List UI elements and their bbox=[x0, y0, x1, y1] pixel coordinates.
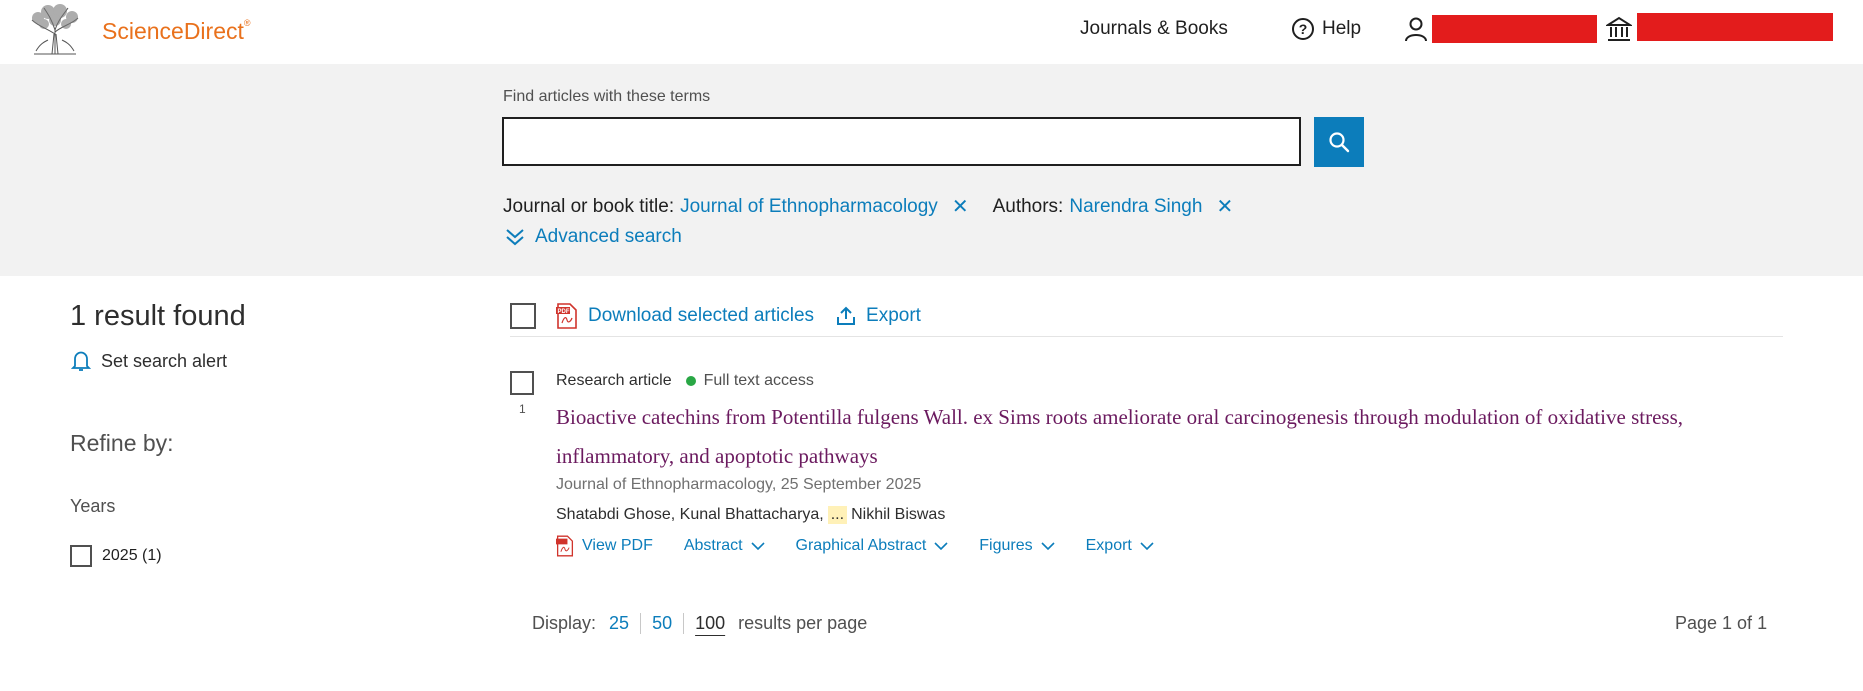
figures-label: Figures bbox=[979, 537, 1033, 554]
filter-authors-label: Authors: bbox=[992, 195, 1064, 217]
export-result-toggle[interactable]: Export bbox=[1086, 537, 1154, 555]
abstract-label: Abstract bbox=[683, 537, 743, 554]
institution-icon[interactable] bbox=[1606, 16, 1632, 42]
search-panel: Find articles with these terms Journal o… bbox=[0, 64, 1863, 276]
view-pdf-label: View PDF bbox=[582, 537, 653, 554]
per-page-suffix: results per page bbox=[738, 613, 868, 633]
advanced-search-label: Advanced search bbox=[535, 226, 682, 247]
double-chevron-down-icon bbox=[506, 229, 524, 246]
search-label: Find articles with these terms bbox=[503, 88, 711, 105]
results-count: 1 result found bbox=[70, 300, 246, 332]
result-actions: View PDF Abstract Graphical Abstract Fig… bbox=[556, 535, 1185, 557]
results-toolbar: PDF Download selected articles Export bbox=[510, 303, 943, 329]
result-title-link[interactable]: Bioactive catechins from Potentilla fulg… bbox=[556, 398, 1796, 476]
search-icon bbox=[1329, 132, 1350, 153]
results-per-page: Display: 25 50 100 results per page bbox=[532, 613, 867, 634]
result-source: Journal of Ethnopharmacology, 25 Septemb… bbox=[556, 476, 922, 493]
year-label: 2025 (1) bbox=[102, 547, 162, 564]
figures-toggle[interactable]: Figures bbox=[979, 537, 1055, 555]
refine-heading: Refine by: bbox=[70, 430, 174, 456]
set-search-alert[interactable]: Set search alert bbox=[71, 350, 227, 372]
nav-help[interactable]: ? Help bbox=[1292, 18, 1361, 40]
export-upload-icon bbox=[837, 306, 856, 325]
filter-journal-value[interactable]: Journal of Ethnopharmacology bbox=[680, 196, 938, 218]
user-icon[interactable] bbox=[1404, 16, 1428, 42]
pdf-icon bbox=[556, 535, 574, 557]
export-toolbar-label: Export bbox=[866, 305, 921, 326]
chevron-down-icon bbox=[750, 542, 765, 550]
elsevier-tree-logo[interactable] bbox=[26, 4, 84, 56]
set-search-alert-label: Set search alert bbox=[101, 350, 228, 371]
export-toolbar-button[interactable]: Export bbox=[836, 305, 921, 327]
view-pdf-link[interactable]: View PDF bbox=[556, 535, 653, 557]
chevron-down-icon bbox=[1140, 542, 1154, 550]
export-result-label: Export bbox=[1085, 537, 1132, 554]
redacted-username[interactable] bbox=[1432, 15, 1597, 43]
search-input[interactable] bbox=[502, 117, 1301, 166]
filter-journal-label: Journal or book title: bbox=[503, 195, 675, 217]
per-page-25[interactable]: 25 bbox=[598, 613, 642, 634]
remove-journal-filter-icon[interactable]: ✕ bbox=[952, 194, 969, 219]
page-indicator: Page 1 of 1 bbox=[1675, 613, 1768, 633]
authors-first: Shatabdi Ghose, Kunal Bhattacharya, bbox=[556, 506, 824, 523]
years-heading: Years bbox=[70, 496, 116, 516]
remove-authors-filter-icon[interactable]: ✕ bbox=[1216, 194, 1233, 219]
select-all-checkbox[interactable] bbox=[510, 303, 536, 329]
authors-last: Nikhil Biswas bbox=[851, 506, 946, 523]
result-meta: Research article Full text access bbox=[556, 372, 814, 390]
active-filters: Journal or book title: Journal of Ethnop… bbox=[503, 194, 1257, 219]
download-selected-button[interactable]: PDF Download selected articles bbox=[556, 303, 814, 329]
per-page-100[interactable]: 100 bbox=[684, 613, 736, 634]
search-button[interactable] bbox=[1314, 117, 1364, 167]
svg-text:PDF: PDF bbox=[558, 309, 570, 315]
graphical-abstract-label: Graphical Abstract bbox=[795, 537, 927, 554]
help-label: Help bbox=[1322, 18, 1362, 39]
bell-icon bbox=[71, 351, 91, 371]
year-filter-2025[interactable]: 2025 (1) bbox=[70, 545, 162, 567]
site-header: ScienceDirect® Journals & Books ? Help bbox=[0, 0, 1863, 64]
download-selected-label: Download selected articles bbox=[588, 305, 815, 326]
brand-logo-text[interactable]: ScienceDirect® bbox=[102, 18, 251, 45]
advanced-search-link[interactable]: Advanced search bbox=[505, 226, 682, 248]
nav-journals-books[interactable]: Journals & Books bbox=[1080, 18, 1228, 40]
article-type: Research article bbox=[556, 372, 672, 389]
help-circle-icon: ? bbox=[1292, 18, 1314, 40]
authors-ellipsis[interactable]: ... bbox=[827, 506, 848, 524]
toolbar-divider bbox=[510, 336, 1783, 337]
per-page-50[interactable]: 50 bbox=[641, 613, 685, 634]
chevron-down-icon bbox=[1041, 542, 1055, 550]
access-status-dot bbox=[685, 376, 696, 386]
filter-authors-value[interactable]: Narendra Singh bbox=[1069, 196, 1202, 218]
pdf-icon: PDF bbox=[556, 303, 577, 329]
result-authors: Shatabdi Ghose, Kunal Bhattacharya, ... … bbox=[556, 506, 945, 524]
abstract-toggle[interactable]: Abstract bbox=[684, 537, 765, 555]
result-checkbox[interactable] bbox=[510, 371, 534, 395]
graphical-abstract-toggle[interactable]: Graphical Abstract bbox=[796, 537, 949, 555]
display-label: Display: bbox=[532, 613, 597, 633]
access-status: Full text access bbox=[703, 372, 814, 389]
result-number: 1 bbox=[519, 402, 526, 416]
redacted-institution[interactable] bbox=[1637, 13, 1833, 41]
year-checkbox[interactable] bbox=[70, 545, 92, 567]
chevron-down-icon bbox=[934, 542, 948, 550]
